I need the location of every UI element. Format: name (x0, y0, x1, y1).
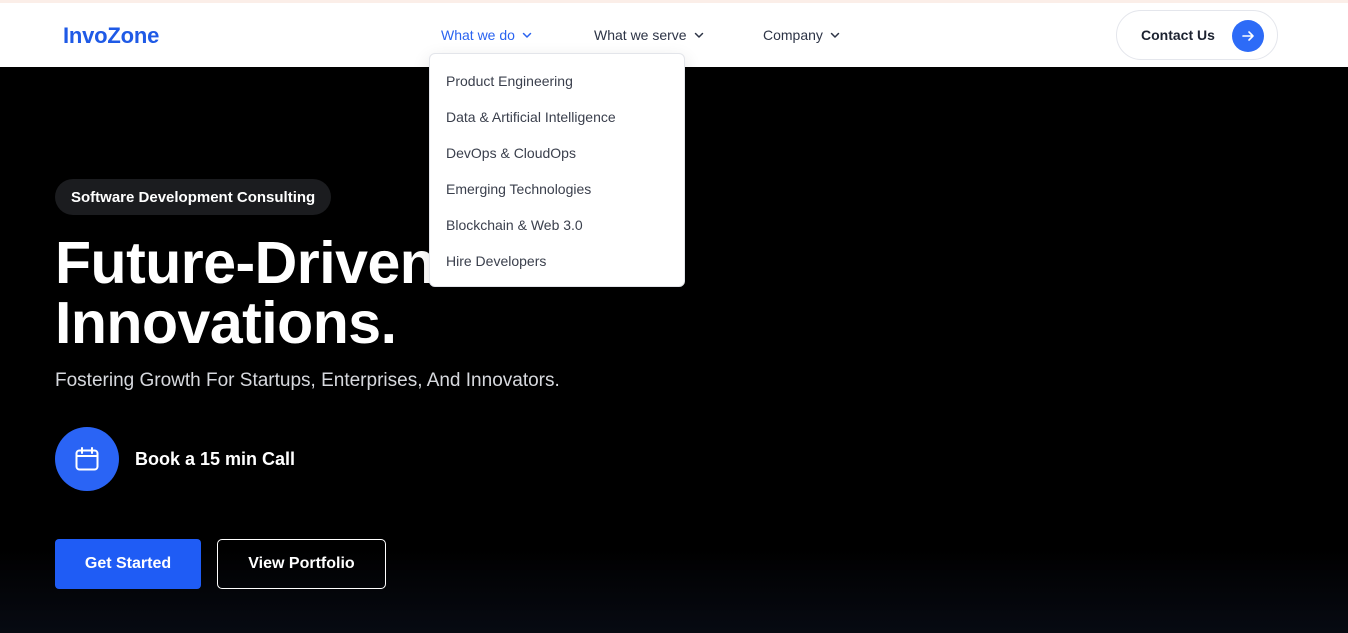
hero-title-line-2: Innovations. (55, 290, 397, 356)
menu-item-devops-cloudops[interactable]: DevOps & CloudOps (430, 143, 684, 179)
what-we-do-dropdown-menu: Product Engineering Data & Artificial In… (429, 53, 685, 287)
contact-us-button[interactable]: Contact Us (1116, 10, 1278, 60)
chevron-down-icon (522, 32, 532, 38)
menu-item-emerging-technologies[interactable]: Emerging Technologies (430, 179, 684, 215)
nav-item-what-we-do[interactable]: What we do (441, 27, 533, 43)
view-portfolio-button[interactable]: View Portfolio (217, 539, 386, 589)
hero-subtitle: Fostering Growth For Startups, Enterpris… (55, 370, 560, 391)
hero-title-line-1: Future-Driven (55, 230, 436, 296)
nav-item-company[interactable]: Company (763, 27, 841, 43)
get-started-button[interactable]: Get Started (55, 539, 201, 589)
contact-us-label: Contact Us (1141, 27, 1215, 43)
chevron-down-icon (694, 32, 703, 38)
arrow-right-icon (1232, 20, 1264, 52)
chevron-down-icon (830, 32, 840, 38)
calendar-icon (55, 427, 119, 491)
logo[interactable]: InvoZone (63, 23, 159, 49)
nav-item-label: What we do (441, 27, 515, 43)
menu-item-data-ai[interactable]: Data & Artificial Intelligence (430, 107, 684, 143)
book-call-button[interactable]: Book a 15 min Call (55, 427, 295, 491)
menu-item-product-engineering[interactable]: Product Engineering (430, 71, 684, 107)
nav-item-what-we-serve[interactable]: What we serve (594, 27, 705, 43)
book-call-label: Book a 15 min Call (135, 448, 296, 469)
menu-item-hire-developers[interactable]: Hire Developers (430, 251, 684, 287)
nav-item-label: Company (763, 27, 823, 43)
hero-tag: Software Development Consulting (55, 179, 332, 215)
nav-item-label: What we serve (594, 27, 687, 43)
menu-item-blockchain-web3[interactable]: Blockchain & Web 3.0 (430, 215, 684, 251)
